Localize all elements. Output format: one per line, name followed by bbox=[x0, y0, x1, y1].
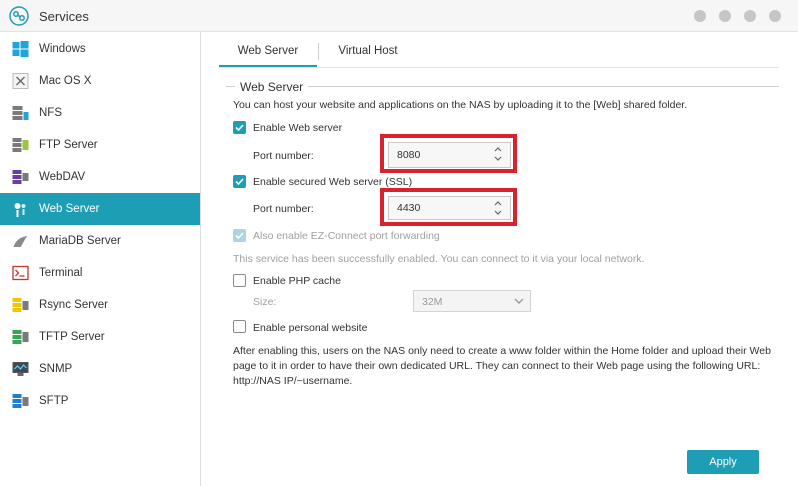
php-cache-size-value: 32M bbox=[422, 296, 443, 308]
personal-website-description-line: After enabling this, users on the NAS on… bbox=[233, 345, 771, 357]
nfs-icon bbox=[12, 106, 29, 120]
window-minimize-button[interactable] bbox=[719, 10, 731, 22]
sidebar-item-label: FTP Server bbox=[39, 139, 98, 151]
enable-personal-website-label: Enable personal website bbox=[253, 322, 368, 334]
annotation-highlight-box bbox=[380, 188, 517, 226]
title-bar: Services bbox=[0, 0, 798, 32]
enable-web-server-label: Enable Web server bbox=[253, 122, 343, 134]
sidebar-item-label: Web Server bbox=[39, 203, 100, 215]
rsync-server-icon bbox=[12, 298, 29, 312]
sidebar-item-label: WebDAV bbox=[39, 171, 86, 183]
sidebar-item-label: Rsync Server bbox=[39, 299, 109, 311]
php-cache-size-select[interactable]: 32M bbox=[413, 290, 531, 312]
chevron-down-icon bbox=[514, 298, 524, 304]
enable-web-server-checkbox[interactable] bbox=[233, 121, 246, 134]
sidebar-item-label: NFS bbox=[39, 107, 62, 119]
sidebar-item-webdav[interactable]: WebDAV bbox=[0, 161, 200, 193]
sidebar-item-label: Mac OS X bbox=[39, 75, 92, 87]
webdav-icon bbox=[12, 170, 29, 184]
port-number-label: Port number: bbox=[253, 150, 314, 162]
section-divider bbox=[226, 86, 235, 87]
checkmark-icon bbox=[235, 232, 244, 240]
mariadb-icon bbox=[13, 236, 28, 247]
sidebar-item-snmp[interactable]: SNMP bbox=[0, 353, 200, 385]
sidebar: Windows Mac OS X NFS FTP Server WebDAV W… bbox=[0, 32, 201, 486]
checkmark-icon bbox=[235, 124, 244, 132]
sidebar-item-web-server[interactable]: Web Server bbox=[0, 193, 200, 225]
sidebar-item-nfs[interactable]: NFS bbox=[0, 97, 200, 129]
sidebar-item-label: SFTP bbox=[39, 395, 69, 407]
terminal-icon bbox=[12, 265, 29, 281]
sidebar-item-label: Windows bbox=[39, 43, 86, 55]
section-title: Web Server bbox=[240, 80, 304, 94]
tab-divider bbox=[318, 43, 319, 60]
window-close-button[interactable] bbox=[769, 10, 781, 22]
sidebar-item-ftp-server[interactable]: FTP Server bbox=[0, 129, 200, 161]
windows-icon bbox=[12, 41, 29, 57]
window-maximize-button[interactable] bbox=[744, 10, 756, 22]
sidebar-item-terminal[interactable]: Terminal bbox=[0, 257, 200, 289]
tab-underline bbox=[219, 67, 779, 68]
enable-php-cache-checkbox[interactable] bbox=[233, 274, 246, 287]
enable-personal-website-checkbox[interactable] bbox=[233, 320, 246, 333]
tftp-server-icon bbox=[12, 330, 29, 344]
window-help-button[interactable] bbox=[694, 10, 706, 22]
sidebar-item-tftp-server[interactable]: TFTP Server bbox=[0, 321, 200, 353]
section-intro: You can host your website and applicatio… bbox=[233, 99, 688, 111]
sidebar-item-rsync-server[interactable]: Rsync Server bbox=[0, 289, 200, 321]
web-server-icon bbox=[14, 203, 26, 217]
status-message: This service has been successfully enabl… bbox=[233, 253, 645, 265]
ez-connect-checkbox[interactable] bbox=[233, 229, 246, 242]
sidebar-item-windows[interactable]: Windows bbox=[0, 33, 200, 65]
tab-web-server[interactable]: Web Server bbox=[219, 36, 317, 68]
sidebar-item-sftp[interactable]: SFTP bbox=[0, 385, 200, 417]
tab-bar: Web Server Virtual Host bbox=[219, 36, 779, 68]
enable-ssl-checkbox[interactable] bbox=[233, 175, 246, 188]
ftp-server-icon bbox=[12, 138, 29, 152]
sidebar-item-mariadb-server[interactable]: MariaDB Server bbox=[0, 225, 200, 257]
sidebar-item-mac-os-x[interactable]: Mac OS X bbox=[0, 65, 200, 97]
enable-ssl-label: Enable secured Web server (SSL) bbox=[253, 176, 413, 188]
sidebar-item-label: Terminal bbox=[39, 267, 83, 279]
enable-php-cache-label: Enable PHP cache bbox=[253, 275, 341, 287]
section-divider bbox=[308, 86, 779, 87]
php-cache-size-label: Size: bbox=[253, 296, 277, 308]
personal-website-description-line: http://NAS IP/~username. bbox=[233, 375, 353, 387]
services-app-icon bbox=[9, 6, 29, 26]
tab-virtual-host[interactable]: Virtual Host bbox=[324, 36, 412, 67]
snmp-icon bbox=[12, 362, 29, 376]
sftp-icon bbox=[12, 394, 29, 408]
mac-os-x-icon bbox=[12, 73, 29, 89]
annotation-highlight-box bbox=[380, 134, 517, 173]
apply-button[interactable]: Apply bbox=[687, 450, 759, 474]
window-title: Services bbox=[39, 9, 89, 24]
sidebar-item-label: TFTP Server bbox=[39, 331, 105, 343]
personal-website-description-line: page to it in order to have their own de… bbox=[233, 360, 761, 372]
ez-connect-label: Also enable EZ-Connect port forwarding bbox=[253, 230, 440, 242]
sidebar-item-label: SNMP bbox=[39, 363, 73, 375]
checkmark-icon bbox=[235, 178, 244, 186]
sidebar-item-label: MariaDB Server bbox=[39, 235, 121, 247]
ssl-port-number-label: Port number: bbox=[253, 203, 314, 215]
